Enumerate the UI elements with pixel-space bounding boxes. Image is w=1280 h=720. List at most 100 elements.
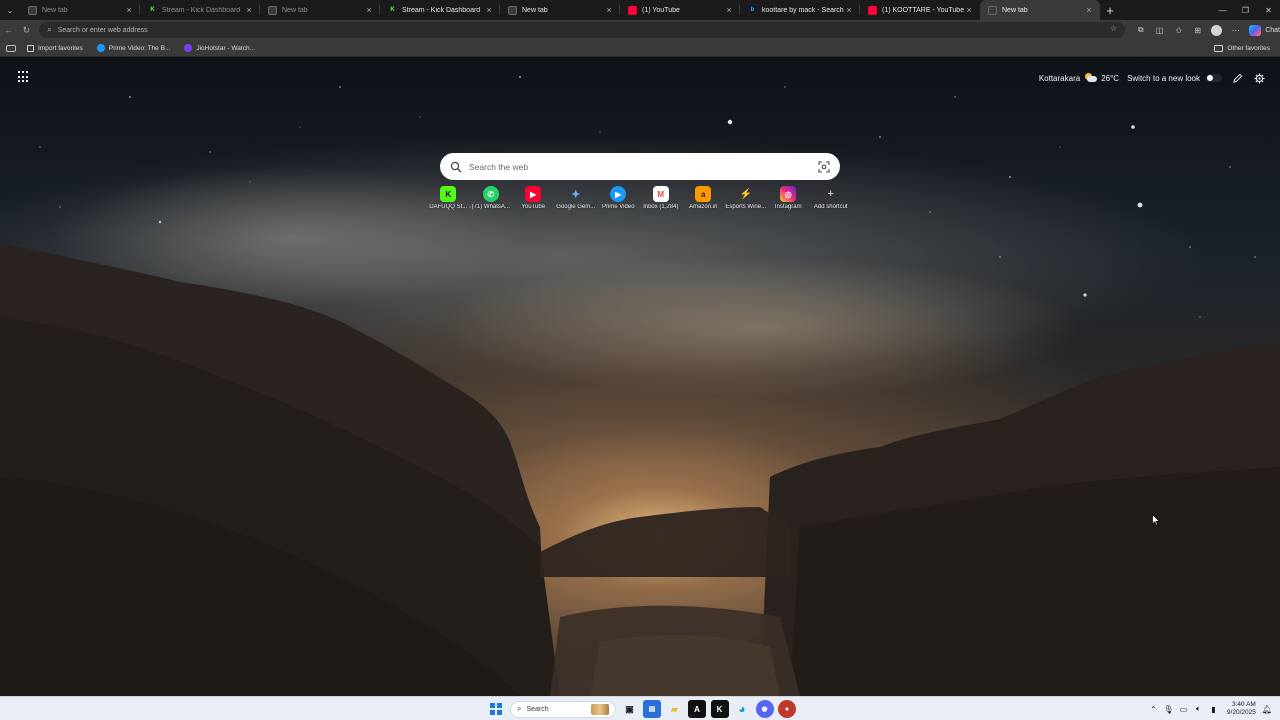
clock[interactable]: 3:40 AM 9/20/2025 <box>1227 701 1256 717</box>
other-favorites[interactable]: Other favorites <box>1214 40 1270 57</box>
sidebar-toggle-icon[interactable] <box>6 44 16 52</box>
visual-search-icon[interactable] <box>818 160 830 173</box>
network-icon[interactable]: ▭ <box>1176 705 1191 714</box>
taskbar-search[interactable]: ⌕ Search <box>510 700 616 718</box>
back-icon[interactable]: ← <box>0 20 18 40</box>
shortcut-tile[interactable]: ▶ YouTube <box>512 184 555 214</box>
favorites-icon[interactable]: ✩ <box>1169 20 1188 40</box>
capcut-icon[interactable]: A <box>688 700 706 718</box>
favorite-item[interactable]: Prime Video: The B... <box>94 44 174 52</box>
folder-icon <box>1214 45 1224 52</box>
favorite-star-icon[interactable]: ☆ <box>1110 24 1117 33</box>
tab[interactable]: K Stream - Kick Dashboard × <box>380 0 500 20</box>
extensions-icon[interactable]: ⧉ <box>1131 20 1150 40</box>
close-tab-icon[interactable]: × <box>964 5 974 15</box>
shortcut-tile[interactable]: M Inbox (1,284) <box>640 184 683 214</box>
close-tab-icon[interactable]: × <box>604 5 614 15</box>
battery-icon[interactable]: ▮ <box>1206 705 1221 714</box>
jiohotstar-icon <box>184 44 193 52</box>
weather-temperature[interactable]: 26°C <box>1101 74 1119 83</box>
collections-icon[interactable]: ⊞ <box>1188 20 1207 40</box>
add-shortcut-button[interactable]: + Add shortcut <box>810 184 853 214</box>
gemini-icon: ✦ <box>571 188 581 201</box>
edge-newtab-icon <box>988 5 997 15</box>
browser-toolbar: ← ↻ ⌕ Search or enter web address ☆ ⧉ ◫ … <box>0 20 1280 40</box>
new-tab-button[interactable]: + <box>1100 0 1120 20</box>
split-screen-icon[interactable]: ◫ <box>1150 20 1169 40</box>
tab-active[interactable]: New tab × <box>980 0 1100 20</box>
app-launcher-icon[interactable] <box>18 71 30 83</box>
volume-icon[interactable]: 🔈︎ <box>1191 704 1206 714</box>
close-tab-icon[interactable]: × <box>484 5 494 15</box>
search-icon: ⌕ <box>47 25 52 34</box>
shortcut-label: (71) WhatsA... <box>471 204 510 210</box>
close-tab-icon[interactable]: × <box>1084 5 1094 15</box>
minimize-icon[interactable]: — <box>1211 0 1234 20</box>
windows-taskbar: ⌕ Search ▣ ▤ ▰ A K ◕ ◉ ● ⌃ 🎙︎ ▭ 🔈︎ ▮ 3:4… <box>0 696 1280 720</box>
tab[interactable]: (1) KOOTTARE - YouTube × <box>860 0 980 20</box>
edge-browser-icon[interactable]: ◕ <box>733 700 751 718</box>
kick-icon: K <box>388 5 397 15</box>
close-tab-icon[interactable]: × <box>844 5 854 15</box>
shortcut-label: Google Gem... <box>556 204 596 210</box>
mouse-cursor-icon <box>1152 514 1160 526</box>
restore-icon[interactable]: ❐ <box>1234 0 1257 20</box>
shortcut-tile[interactable]: ✆ (71) WhatsA... <box>470 184 513 214</box>
microphone-icon[interactable]: 🎙︎ <box>1161 705 1176 714</box>
favorites-bar: Import favorites Prime Video: The B... J… <box>0 40 1280 57</box>
tab-actions-menu-icon[interactable]: ⌄ <box>0 0 20 20</box>
search-icon <box>450 161 462 172</box>
shortcut-label: Add shortcut <box>813 204 848 210</box>
partly-cloudy-icon <box>1084 73 1098 83</box>
obs-record-icon[interactable]: ● <box>778 700 796 718</box>
shortcut-tile[interactable]: ⚡ Esports Wine... <box>725 184 768 214</box>
shortcut-tile[interactable]: ✦ Google Gem... <box>555 184 598 214</box>
prime-video-icon: ▶ <box>610 186 627 202</box>
new-look-toggle[interactable] <box>1206 74 1222 82</box>
close-tab-icon[interactable]: × <box>124 5 134 15</box>
tab-title: New tab <box>1002 6 1028 14</box>
new-look-label: Switch to a new look <box>1127 73 1200 83</box>
widgets-icon[interactable]: ▤ <box>643 700 661 718</box>
tab[interactable]: K Stream - Kick Dashboard × <box>140 0 260 20</box>
window-controls: — ❐ ✕ <box>1211 0 1280 20</box>
profile-avatar[interactable] <box>1211 24 1223 36</box>
settings-gear-icon[interactable] <box>1252 71 1266 85</box>
close-tab-icon[interactable]: × <box>244 5 254 15</box>
tab[interactable]: New tab × <box>20 0 140 20</box>
close-tab-icon[interactable]: × <box>364 5 374 15</box>
notification-bell-icon[interactable]: 🔔︎ <box>1262 705 1272 714</box>
youtube-icon <box>868 5 877 15</box>
edit-pencil-icon[interactable] <box>1230 71 1244 85</box>
web-search-box[interactable]: Search the web <box>440 153 840 180</box>
refresh-icon[interactable]: ↻ <box>18 20 36 40</box>
tab[interactable]: (1) YouTube × <box>620 0 740 20</box>
favorite-label: Prime Video: The B... <box>108 44 171 52</box>
file-explorer-icon[interactable]: ▰ <box>666 700 684 718</box>
shortcut-tile[interactable]: ◎ Instagram <box>767 184 810 214</box>
shortcut-tile[interactable]: a Amazon.in <box>682 184 725 214</box>
tray-overflow-icon[interactable]: ⌃ <box>1146 705 1161 714</box>
favorite-item[interactable]: JioHotstar - Watch... <box>181 44 258 52</box>
close-tab-icon[interactable]: × <box>724 5 734 15</box>
kick-icon: K <box>148 5 157 15</box>
close-window-icon[interactable]: ✕ <box>1257 0 1280 20</box>
shortcut-tile[interactable]: K DAFUQQ St... <box>427 184 470 214</box>
tab[interactable]: New tab × <box>500 0 620 20</box>
copilot-button[interactable]: Chat <box>1249 24 1280 36</box>
shortcut-tile[interactable]: ▶ Prime Video <box>597 184 640 214</box>
discord-icon[interactable]: ◉ <box>755 700 774 718</box>
edge-newtab-icon <box>508 5 517 15</box>
task-view-icon[interactable]: ▣ <box>621 700 639 718</box>
favorite-item[interactable]: Import favorites <box>24 44 86 52</box>
edge-newtab-icon <box>268 5 277 15</box>
more-menu-icon[interactable]: ⋯ <box>1226 20 1245 40</box>
kick-app-icon[interactable]: K <box>710 700 729 718</box>
start-button[interactable] <box>488 700 504 718</box>
other-favorites-label: Other favorites <box>1227 45 1270 52</box>
esports-icon: ⚡ <box>739 188 752 200</box>
tab[interactable]: b koottare by mack - Search × <box>740 0 860 20</box>
address-bar[interactable]: ⌕ Search or enter web address ☆ <box>39 22 1126 38</box>
tab[interactable]: New tab × <box>260 0 380 20</box>
weather-location[interactable]: Kottarakara <box>1039 74 1080 83</box>
